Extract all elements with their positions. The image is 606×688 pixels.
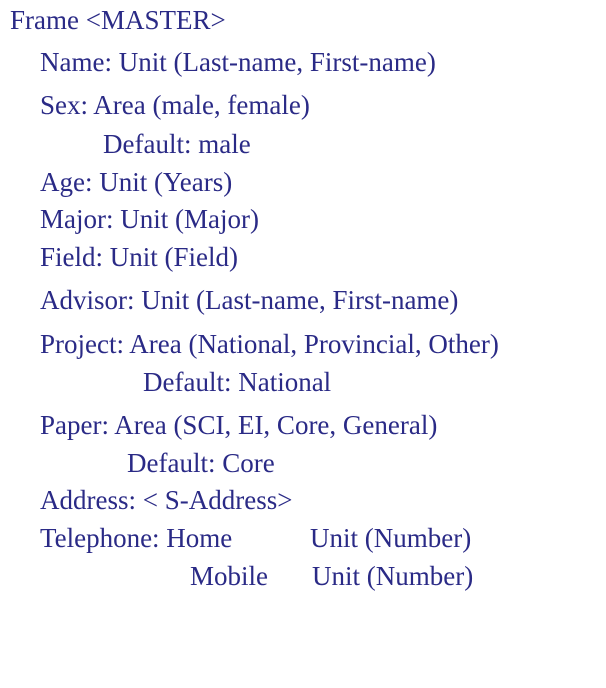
project-default: Default: National xyxy=(143,367,332,397)
telephone-home-label: Telephone: Home xyxy=(40,523,233,553)
telephone-mobile-unit: Unit (Number) xyxy=(312,561,474,591)
address-field: Address: < S-Address> xyxy=(40,485,293,515)
telephone-home-row: Telephone: Home Unit (Number) xyxy=(40,522,471,650)
age-field: Age: Unit (Years) xyxy=(40,167,233,197)
paper-default: Default: Core xyxy=(127,448,275,478)
major-field: Major: Unit (Major) xyxy=(40,204,259,234)
name-field: Name: Unit (Last-name, First-name) xyxy=(40,47,436,77)
telephone-home-unit: Unit (Number) xyxy=(310,523,472,553)
frame-header: Frame <MASTER> xyxy=(10,5,226,35)
field-field: Field: Unit (Field) xyxy=(40,242,238,272)
sex-default: Default: male xyxy=(103,129,251,159)
frame-definition-document: Frame <MASTER> Name: Unit (Last-name, Fi… xyxy=(0,0,606,592)
telephone-mobile-row: Mobile Unit (Number) xyxy=(190,560,473,688)
project-field: Project: Area (National, Provincial, Oth… xyxy=(40,329,499,359)
telephone-mobile-label: Mobile xyxy=(190,561,268,591)
advisor-field: Advisor: Unit (Last-name, First-name) xyxy=(40,285,459,315)
paper-field: Paper: Area (SCI, EI, Core, General) xyxy=(40,410,438,440)
sex-field: Sex: Area (male, female) xyxy=(40,90,310,120)
